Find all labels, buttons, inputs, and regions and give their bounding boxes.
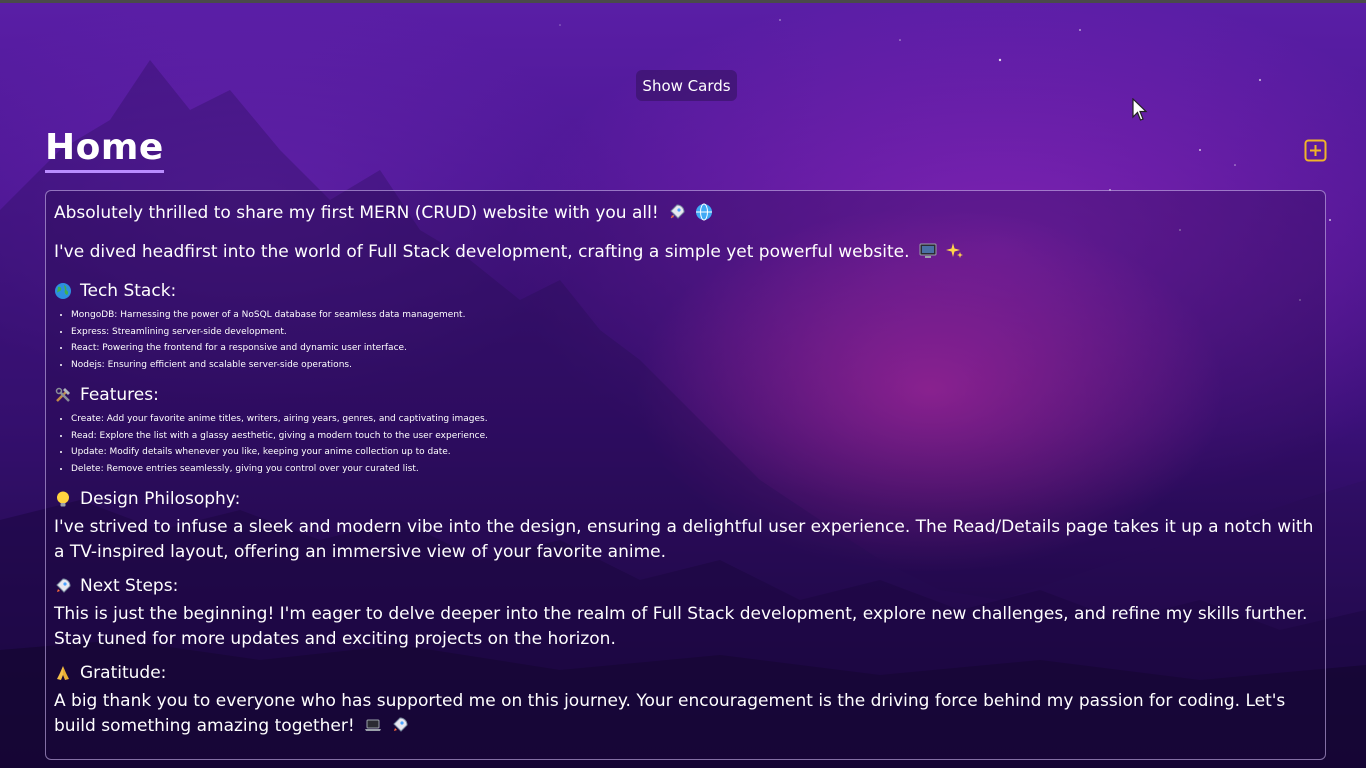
- laptop-icon: [364, 716, 382, 742]
- gratitude-heading: Gratitude:: [54, 661, 1317, 685]
- rocket-icon: [54, 577, 72, 595]
- list-item: Update: Modify details whenever you like…: [71, 444, 1317, 461]
- tech-stack-title: Tech Stack:: [80, 281, 177, 301]
- post-content-card: Absolutely thrilled to share my first ME…: [45, 190, 1326, 760]
- features-title: Features:: [80, 385, 159, 405]
- design-philosophy-title: Design Philosophy:: [80, 489, 241, 509]
- list-item: Express: Streamlining server-side develo…: [71, 324, 1317, 341]
- intro-message: Absolutely thrilled to share my first ME…: [54, 203, 659, 223]
- rocket-icon: [391, 716, 409, 742]
- features-list: Create: Add your favorite anime titles, …: [54, 411, 1317, 477]
- design-philosophy-heading: Design Philosophy:: [54, 487, 1317, 511]
- praying-hands-icon: [54, 664, 72, 682]
- rocket-icon: [668, 203, 686, 229]
- subintro-text: I've dived headfirst into the world of F…: [54, 240, 1317, 268]
- globe-icon: [695, 203, 713, 229]
- sparkles-icon: [946, 242, 964, 268]
- intro-text: Absolutely thrilled to share my first ME…: [54, 201, 1317, 229]
- tools-icon: [54, 386, 72, 404]
- list-item: Create: Add your favorite anime titles, …: [71, 411, 1317, 428]
- features-heading: Features:: [54, 383, 1317, 407]
- list-item: React: Powering the frontend for a respo…: [71, 340, 1317, 357]
- gratitude-body: A big thank you to everyone who has supp…: [54, 691, 1286, 736]
- tech-stack-heading: Tech Stack:: [54, 279, 1317, 303]
- add-entry-button[interactable]: [1304, 139, 1327, 162]
- next-steps-title: Next Steps:: [80, 576, 179, 596]
- design-philosophy-body: I've strived to infuse a sleek and moder…: [54, 517, 1314, 562]
- list-item: Nodejs: Ensuring efficient and scalable …: [71, 357, 1317, 374]
- bulb-icon: [54, 490, 72, 508]
- add-square-icon: [1304, 139, 1327, 162]
- list-item: Read: Explore the list with a glassy aes…: [71, 428, 1317, 445]
- list-item: Delete: Remove entries seamlessly, givin…: [71, 461, 1317, 478]
- window-top-edge: [0, 0, 1366, 3]
- tech-stack-list: MongoDB: Harnessing the power of a NoSQL…: [54, 307, 1317, 373]
- earth-icon: [54, 282, 72, 300]
- next-steps-body: This is just the beginning! I'm eager to…: [54, 604, 1308, 649]
- gratitude-body-text: A big thank you to everyone who has supp…: [54, 689, 1317, 742]
- page-title: Home: [45, 128, 164, 173]
- next-steps-heading: Next Steps:: [54, 574, 1317, 598]
- subintro-message: I've dived headfirst into the world of F…: [54, 242, 910, 262]
- show-cards-button[interactable]: Show Cards: [636, 70, 737, 101]
- computer-icon: [919, 242, 937, 268]
- list-item: MongoDB: Harnessing the power of a NoSQL…: [71, 307, 1317, 324]
- mouse-cursor-icon: [1132, 98, 1148, 121]
- gratitude-title: Gratitude:: [80, 663, 167, 683]
